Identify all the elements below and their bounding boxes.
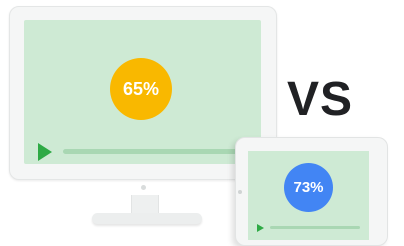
- tablet-play-icon: [257, 224, 264, 232]
- tablet-camera-dot: [238, 190, 242, 194]
- desktop-percent-badge: 65%: [110, 58, 172, 120]
- comparison-label: VS: [287, 73, 354, 126]
- tablet-percent-badge: 73%: [284, 163, 333, 212]
- desktop-progress-track: [63, 149, 253, 154]
- tablet-progress-track: [270, 226, 360, 229]
- monitor-stand-base: [92, 213, 202, 224]
- monitor-power-dot: [141, 185, 146, 190]
- desktop-play-icon: [38, 143, 52, 161]
